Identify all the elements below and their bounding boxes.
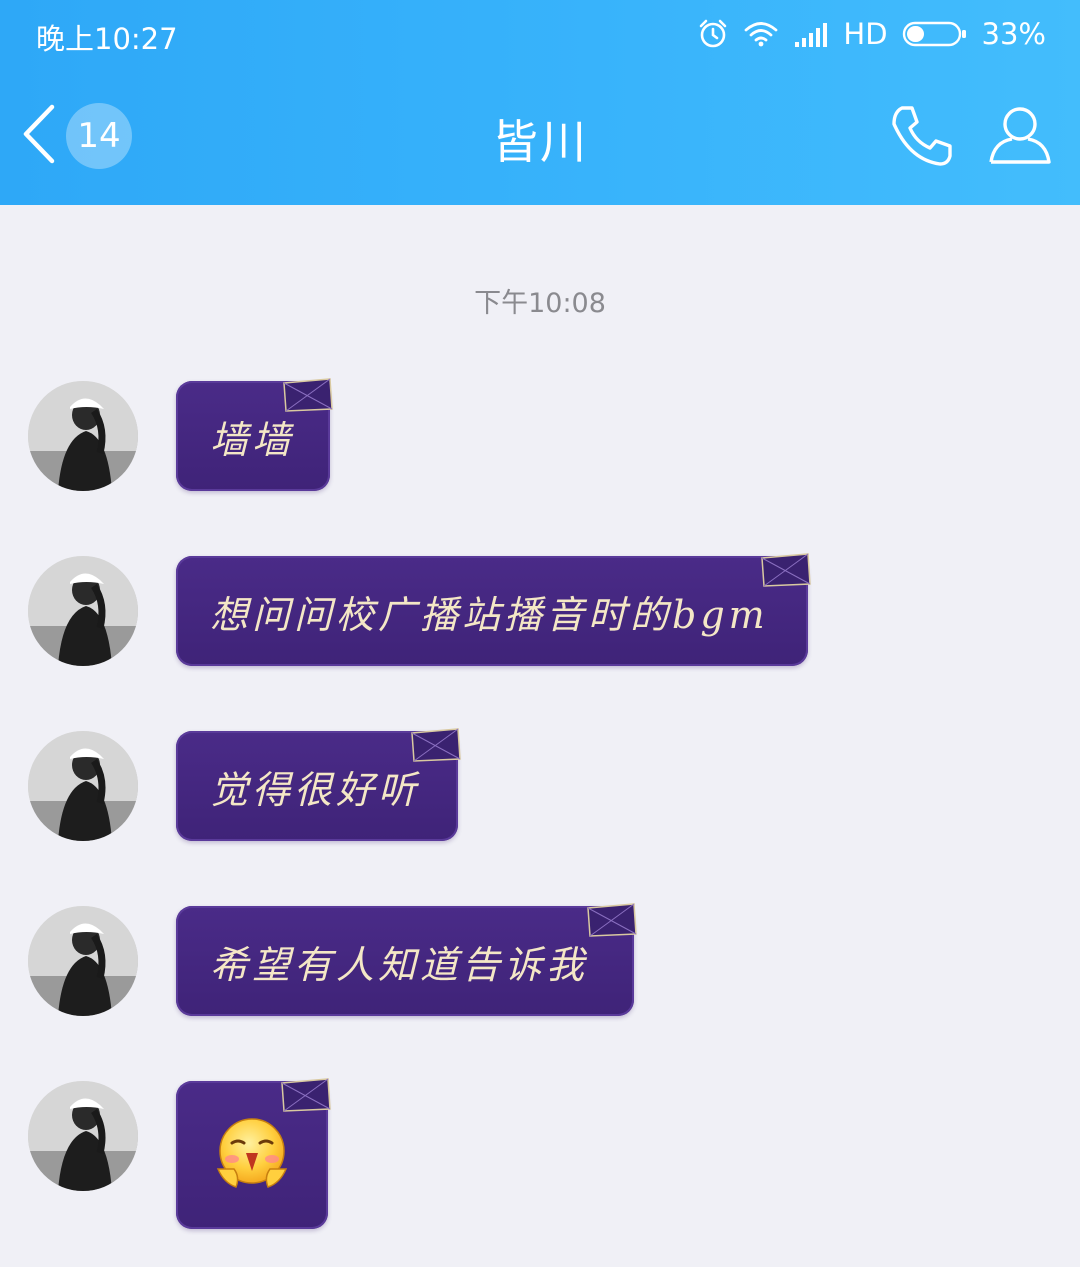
phone-icon [888, 106, 956, 174]
avatar[interactable] [28, 731, 138, 841]
message-text: 希望有人知道告诉我 [210, 942, 589, 987]
avatar[interactable] [28, 906, 138, 1016]
message-bubble[interactable]: 墙墙 [176, 378, 333, 491]
alarm-icon [697, 18, 729, 50]
signal-icon [793, 20, 829, 48]
bubble-corner-decoration [411, 728, 461, 762]
avatar[interactable] [28, 556, 138, 666]
bubble-corner-decoration [761, 553, 811, 587]
message-bubble[interactable]: 希望有人知道告诉我 [176, 903, 637, 1016]
message-bubble[interactable] [176, 1078, 331, 1229]
chat-message-list[interactable]: 下午10:08 墙墙 想问问校广播站播音时的bgm 觉得很好听 希望有人知道告诉… [0, 205, 1080, 1267]
bubble-corner-decoration [281, 1078, 331, 1112]
status-time: 晚上10:27 [36, 22, 178, 56]
message-text: 觉得很好听 [210, 767, 421, 812]
bubble-corner-decoration [587, 903, 637, 937]
message-text: 想问问校广播站播音时的bgm [210, 592, 769, 637]
bubble-corner-decoration [283, 378, 333, 412]
message-bubble[interactable]: 觉得很好听 [176, 728, 461, 841]
message-bubble[interactable]: 想问问校广播站播音时的bgm [176, 553, 811, 666]
message-text: 墙墙 [210, 417, 295, 462]
call-button[interactable] [888, 102, 956, 174]
wifi-icon [743, 19, 779, 49]
avatar[interactable] [28, 1081, 138, 1191]
avatar[interactable] [28, 381, 138, 491]
person-icon [986, 107, 1054, 174]
message-timestamp: 下午10:08 [474, 288, 606, 319]
shy-smile-emoji [210, 1113, 294, 1206]
status-bar: 晚上10:27 HD 33% [0, 0, 1080, 70]
status-indicators: HD 33% [697, 14, 1046, 54]
battery-percent: 33% [981, 17, 1046, 51]
app-header: 晚上10:27 HD 33% 14 皆川 [0, 0, 1080, 205]
battery-icon [902, 20, 968, 48]
chat-navbar: 14 皆川 [0, 70, 1080, 205]
profile-button[interactable] [986, 102, 1054, 174]
network-type-label: HD [843, 17, 888, 51]
